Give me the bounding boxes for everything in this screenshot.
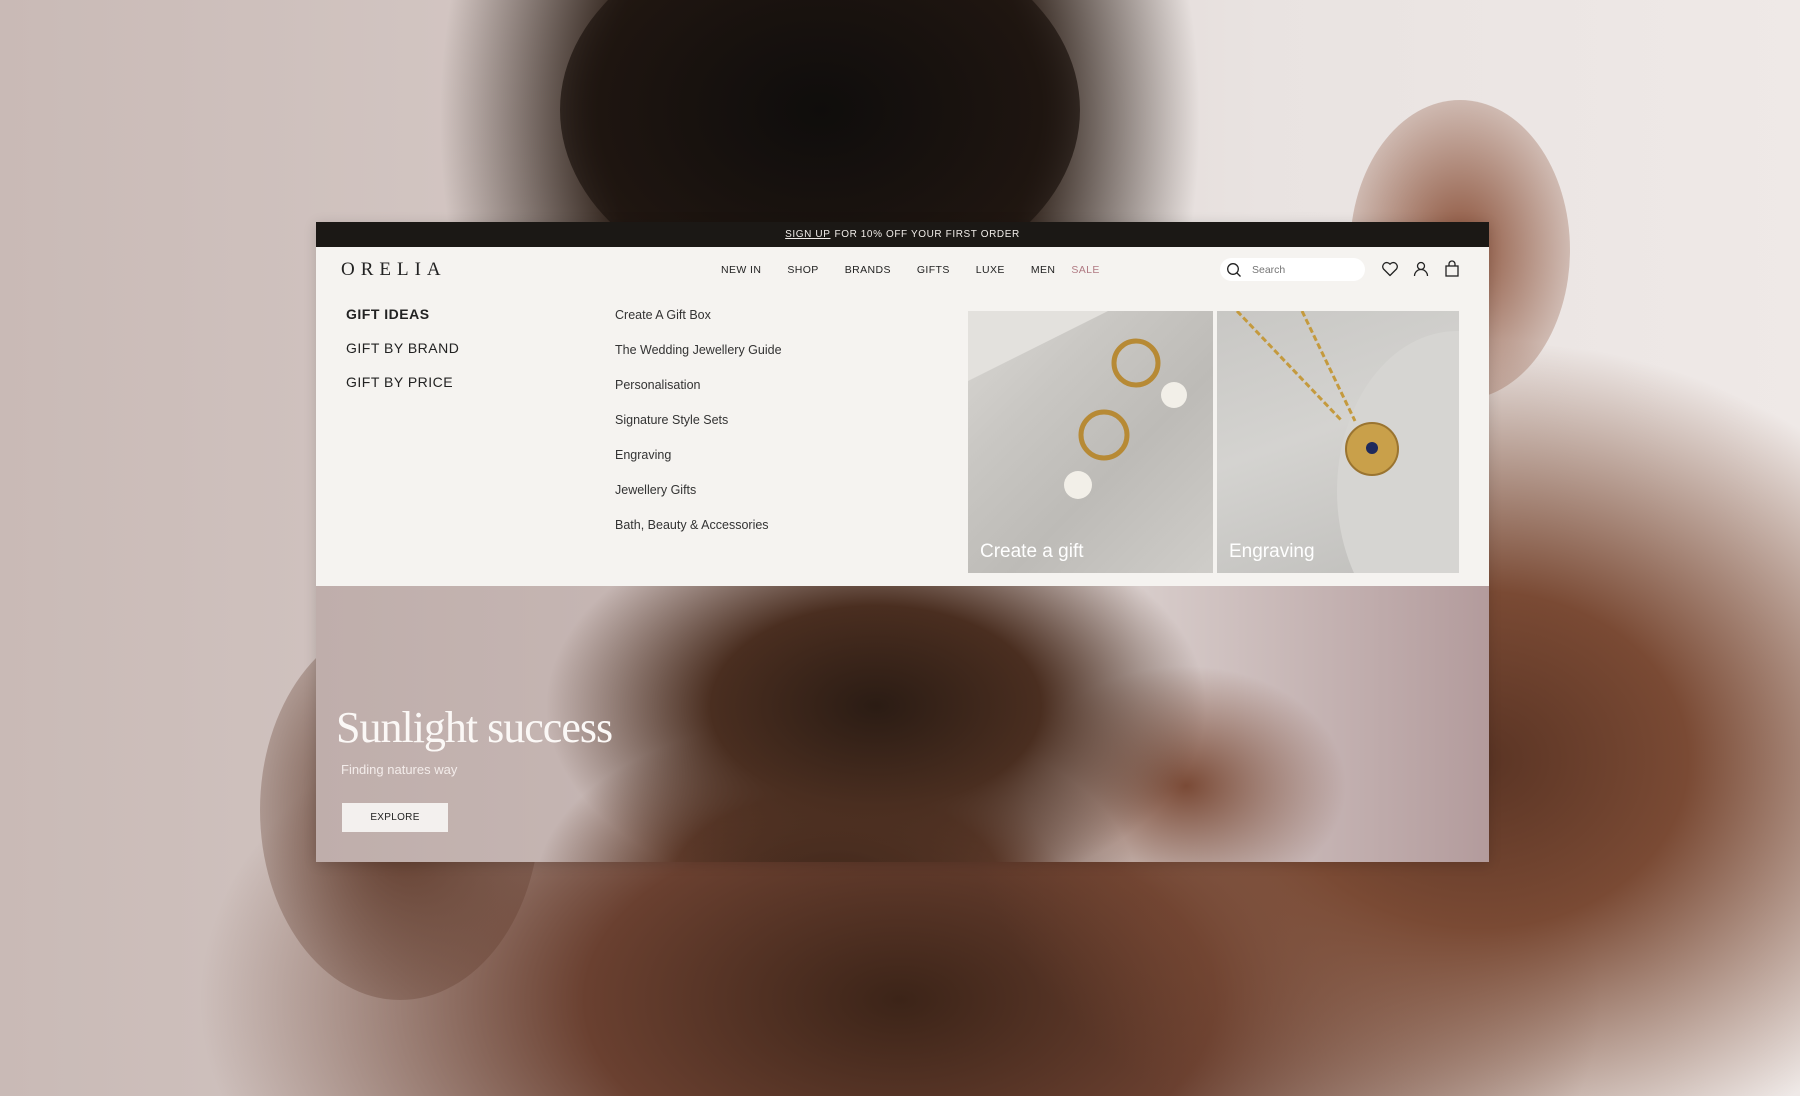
promo-bar: SIGN UP FOR 10% OFF YOUR FIRST ORDER (316, 222, 1489, 247)
site-header: ORELIA NEW IN SHOP BRANDS GIFTS LUXE MEN… (316, 247, 1489, 292)
search-box[interactable] (1220, 258, 1365, 281)
card-label: Engraving (1229, 541, 1315, 562)
link-bath-beauty[interactable]: Bath, Beauty & Accessories (615, 518, 782, 553)
nav-gifts[interactable]: GIFTS (917, 264, 950, 276)
link-wedding-guide[interactable]: The Wedding Jewellery Guide (615, 343, 782, 378)
category-gift-by-brand[interactable]: GIFT BY BRAND (346, 340, 459, 374)
hero-banner: Sunlight success Finding natures way EXP… (316, 586, 1489, 862)
link-create-gift-box[interactable]: Create A Gift Box (615, 308, 782, 343)
earrings-image (968, 311, 1187, 499)
nav-sale[interactable]: SALE (1071, 264, 1099, 276)
link-engraving[interactable]: Engraving (615, 448, 782, 483)
gift-categories: GIFT IDEAS GIFT BY BRAND GIFT BY PRICE (346, 306, 459, 408)
nav-shop[interactable]: SHOP (787, 264, 818, 276)
explore-button[interactable]: EXPLORE (342, 803, 448, 832)
header-icons (1381, 260, 1461, 278)
link-jewellery-gifts[interactable]: Jewellery Gifts (615, 483, 782, 518)
link-personalisation[interactable]: Personalisation (615, 378, 782, 413)
nav-new-in[interactable]: NEW IN (721, 264, 761, 276)
main-nav: NEW IN SHOP BRANDS GIFTS LUXE MEN SALE (721, 264, 1126, 276)
website-window: SIGN UP FOR 10% OFF YOUR FIRST ORDER ORE… (316, 222, 1489, 862)
category-gift-by-price[interactable]: GIFT BY PRICE (346, 374, 459, 408)
promo-text: FOR 10% OFF YOUR FIRST ORDER (834, 229, 1020, 240)
nav-luxe[interactable]: LUXE (976, 264, 1005, 276)
user-icon[interactable] (1412, 260, 1430, 278)
link-signature-sets[interactable]: Signature Style Sets (615, 413, 782, 448)
shopping-bag-icon[interactable] (1443, 260, 1461, 278)
card-engraving[interactable]: Engraving (1217, 311, 1459, 573)
sign-up-link[interactable]: SIGN UP (785, 229, 830, 240)
nav-men[interactable]: MEN (1031, 264, 1056, 276)
search-input[interactable] (1250, 262, 1349, 277)
nav-brands[interactable]: BRANDS (845, 264, 891, 276)
search-icon (1227, 262, 1241, 277)
card-create-gift[interactable]: Create a gift (968, 311, 1213, 573)
logo[interactable]: ORELIA (341, 259, 447, 281)
necklace-image (1235, 311, 1459, 573)
gift-links: Create A Gift Box The Wedding Jewellery … (615, 308, 782, 553)
hero-subtitle: Finding natures way (341, 762, 458, 777)
category-gift-ideas[interactable]: GIFT IDEAS (346, 306, 459, 340)
hero-headline: Sunlight success (336, 703, 613, 752)
heart-icon[interactable] (1381, 260, 1399, 278)
gifts-mega-menu: GIFT IDEAS GIFT BY BRAND GIFT BY PRICE C… (316, 292, 1489, 586)
card-label: Create a gift (980, 541, 1084, 562)
